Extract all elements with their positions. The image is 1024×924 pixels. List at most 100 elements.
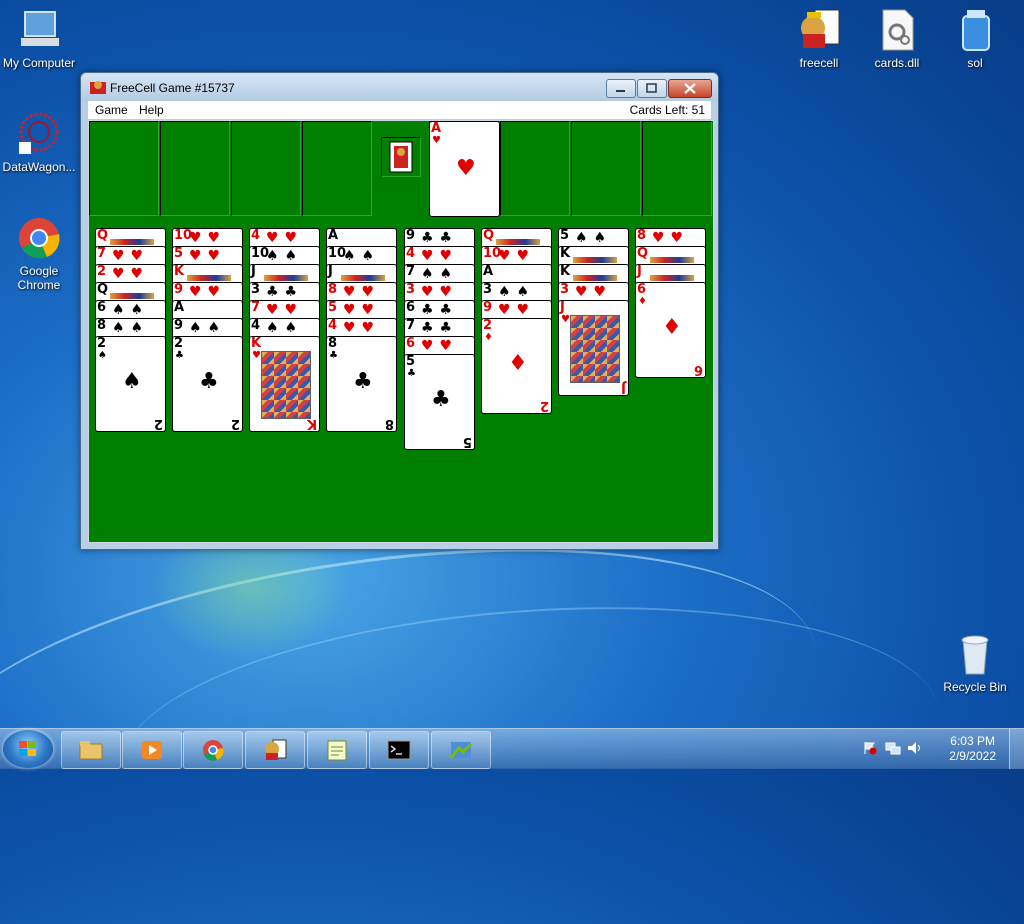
clock[interactable]: 6:03 PM 2/9/2022 <box>949 734 996 764</box>
card-pips: ♠♠ <box>343 248 381 264</box>
king-face-icon <box>389 141 413 173</box>
start-button[interactable] <box>3 730 53 768</box>
face-card-art <box>261 351 311 419</box>
taskbar-freecell[interactable] <box>245 731 305 769</box>
freecell-window[interactable]: FreeCell Game #15737 Game Help Cards Lef… <box>80 72 719 550</box>
card-rank: K <box>251 336 262 351</box>
card-pips: ♣♣ <box>421 320 459 336</box>
card-rank: 5 <box>328 300 338 315</box>
foundation-card[interactable]: A ♥ ♥ <box>429 121 500 217</box>
desktop-icon-google-chrome[interactable]: Google Chrome <box>0 216 78 292</box>
playing-card[interactable]: 5 ♣ ♣ 5 <box>404 354 475 450</box>
taskbar: 6:03 PM 2/9/2022 <box>0 728 1024 769</box>
card-pips: ♠♠ <box>266 320 304 336</box>
face-card-art <box>570 315 620 383</box>
desktop-icon-my-computer[interactable]: My Computer <box>0 8 78 70</box>
volume-icon[interactable] <box>907 741 923 755</box>
card-rank: 2 <box>97 264 107 279</box>
title-bar[interactable]: FreeCell Game #15737 <box>81 73 718 101</box>
menu-game[interactable]: Game <box>95 103 128 117</box>
clock-date: 2/9/2022 <box>949 749 996 763</box>
card-rank-bottom: 2 <box>539 398 549 413</box>
face-card-art <box>496 239 540 245</box>
face-card-art <box>264 275 308 281</box>
card-rank: 9 <box>174 318 184 333</box>
card-suit: ♣ <box>407 368 416 379</box>
taskbar-control-panel[interactable] <box>431 731 491 769</box>
card-rank: 5 <box>406 354 416 369</box>
maximize-button[interactable] <box>637 79 667 98</box>
free-cell-3[interactable] <box>231 121 301 216</box>
taskbar-file-explorer[interactable] <box>61 731 121 769</box>
playing-card[interactable]: J ♥ J <box>558 300 629 396</box>
foundation-4[interactable] <box>642 121 712 216</box>
card-rank: K <box>560 264 571 279</box>
card-pips: ♠♠ <box>575 230 613 246</box>
card-rank: 3 <box>483 282 493 297</box>
desktop-icon-sol[interactable]: sol <box>936 8 1014 70</box>
minimize-button[interactable] <box>606 79 636 98</box>
card-pips: ♥♥ <box>189 284 227 300</box>
playing-card[interactable]: 8 ♣ ♣ 8 <box>326 336 397 432</box>
card-rank: 4 <box>406 246 416 261</box>
card-center-suit: ♦ <box>508 351 528 376</box>
taskbar-notepad[interactable] <box>307 731 367 769</box>
playing-card[interactable]: 6 ♦ ♦ 6 <box>635 282 706 378</box>
notepad-icon <box>327 740 347 761</box>
card-rank: 2 <box>174 336 184 351</box>
menu-help[interactable]: Help <box>139 103 164 117</box>
card-pips: ♣♣ <box>266 284 304 300</box>
card-pips: ♥♥ <box>421 248 459 264</box>
cmd-icon <box>387 740 411 760</box>
desktop-icon-freecell[interactable]: freecell <box>780 8 858 70</box>
card-pips: ♣♣ <box>421 230 459 246</box>
face-card-art <box>650 275 694 281</box>
file-explorer-icon <box>79 741 103 760</box>
playing-card[interactable]: 2 ♦ ♦ 2 <box>481 318 552 414</box>
card-pips: ♥♥ <box>652 230 690 246</box>
card-rank: K <box>560 246 571 261</box>
free-cell-1[interactable] <box>89 121 159 216</box>
card-rank: 7 <box>406 264 416 279</box>
face-card-art <box>341 275 385 281</box>
card-rank: 8 <box>328 282 338 297</box>
card-rank: 6 <box>406 300 416 315</box>
desktop-icon-datawagon[interactable]: DataWagon... <box>0 112 78 174</box>
card-pips: ♥♥ <box>343 284 381 300</box>
close-button[interactable] <box>668 79 712 98</box>
card-suit: ♥ <box>252 350 261 361</box>
action-center-flag-icon[interactable] <box>863 741 877 755</box>
desktop-icon-recycle-bin[interactable]: Recycle Bin <box>936 632 1014 694</box>
card-rank: J <box>328 264 333 279</box>
foundation-3[interactable] <box>571 121 641 216</box>
playing-card[interactable]: K ♥ K <box>249 336 320 432</box>
taskbar-media-player[interactable] <box>122 731 182 769</box>
desktop-icon-cards-dll[interactable]: cards.dll <box>858 8 936 70</box>
card-suit: ♦ <box>638 296 647 307</box>
recycle-bin-icon <box>953 632 997 676</box>
foundation-2[interactable] <box>500 121 570 216</box>
control-panel-icon <box>449 742 473 759</box>
card-rank: 9 <box>174 282 184 297</box>
card-rank: J <box>637 264 642 279</box>
system-tray: 6:03 PM 2/9/2022 <box>859 729 1024 769</box>
card-rank: 9 <box>406 228 416 243</box>
playing-card[interactable]: 2 ♠ ♠ 2 <box>95 336 166 432</box>
card-rank-bottom: 2 <box>153 416 163 431</box>
card-rank: 8 <box>637 228 647 243</box>
network-icon[interactable] <box>885 741 901 755</box>
taskbar-chrome[interactable] <box>183 731 243 769</box>
playing-card[interactable]: 2 ♣ ♣ 2 <box>172 336 243 432</box>
game-table[interactable]: A ♥ ♥ Q 7 ♥♥ 2 ♥♥ Q 6 ♠♠ 8 ♠♠ 2 ♠ ♠ 2 10 ♥♥ 5 ♥♥ K 9 ♥♥ A 9 ♠♠ 2… <box>88 120 714 543</box>
show-desktop-button[interactable] <box>1009 729 1024 769</box>
king-indicator <box>381 137 421 177</box>
card-pips: ♥♥ <box>498 302 536 318</box>
free-cell-4[interactable] <box>302 121 372 216</box>
card-rank-bottom: 8 <box>384 416 394 431</box>
card-rank-bottom: J <box>621 380 626 395</box>
card-rank-bottom: 5 <box>462 434 472 449</box>
card-pips: ♠♠ <box>498 284 536 300</box>
freecell-app-icon <box>90 81 106 94</box>
free-cell-2[interactable] <box>160 121 230 216</box>
taskbar-cmd[interactable] <box>369 731 429 769</box>
